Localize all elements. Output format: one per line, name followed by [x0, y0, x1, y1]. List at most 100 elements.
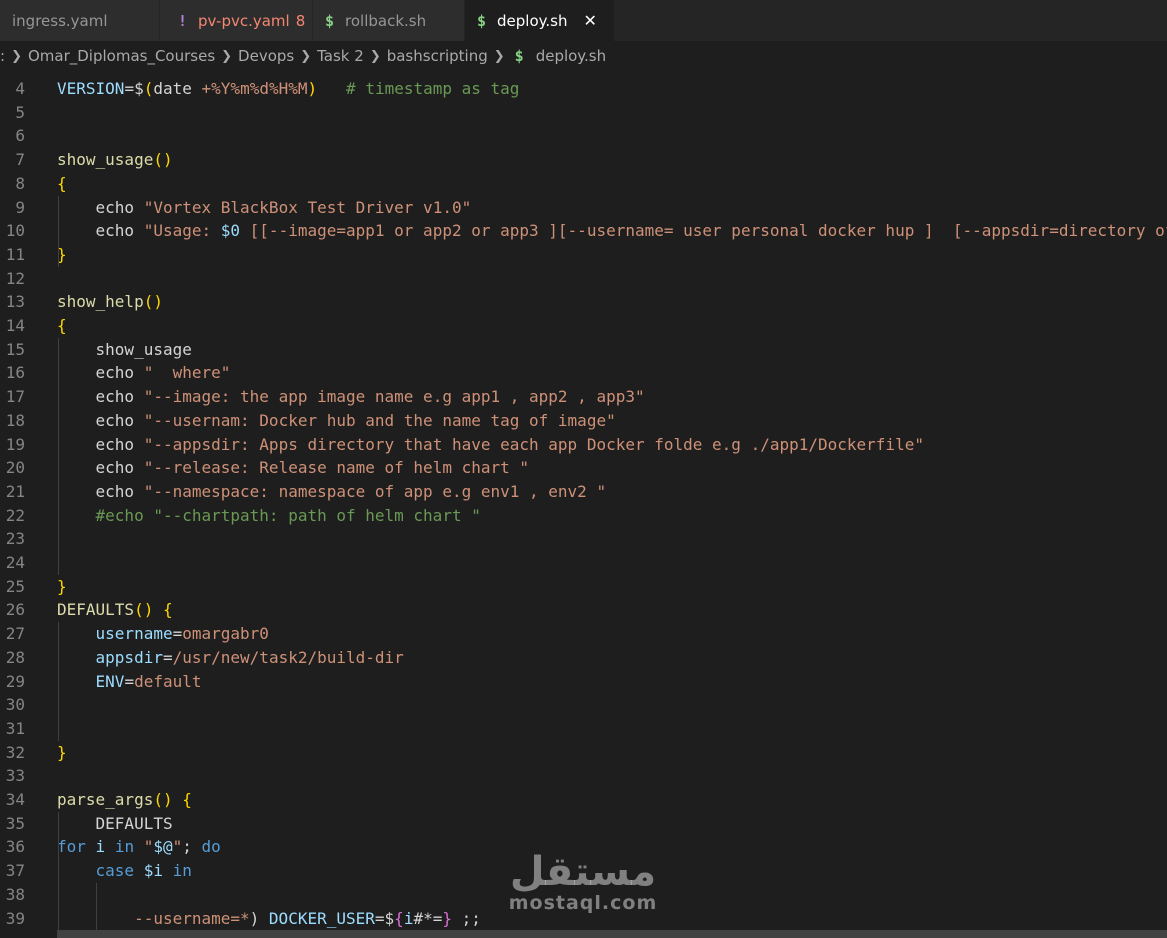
code-line[interactable]: 33 [0, 764, 1167, 788]
code-line[interactable]: 24 [0, 551, 1167, 575]
breadcrumb-file[interactable]: deploy.sh [536, 47, 606, 65]
code-line[interactable]: 6 [0, 124, 1167, 148]
code-line[interactable]: 29 ENV=default [0, 670, 1167, 694]
code-token: echo [57, 434, 144, 454]
code-token: } [57, 742, 67, 762]
breadcrumb-item[interactable]: bashscripting [387, 47, 488, 65]
code-line[interactable]: 25} [0, 575, 1167, 599]
code-token: "Usage: [143, 221, 221, 241]
line-number: 8 [15, 173, 25, 193]
code-token: DEFAULTS [57, 813, 173, 833]
code-token: echo [57, 221, 144, 241]
code-token: ;; [452, 908, 481, 928]
code-token: "--release: Release name of helm chart " [143, 458, 530, 478]
code-token: () [134, 600, 154, 620]
breadcrumb: : ❯ Omar_Diplomas_Courses ❯ Devops ❯ Tas… [0, 41, 1167, 71]
code-line[interactable]: 27 username=omargabr0 [0, 622, 1167, 646]
code-text: echo " where" [57, 361, 231, 385]
code-line[interactable]: 32} [0, 741, 1167, 765]
code-line[interactable]: 34 parse_args() { [0, 788, 1167, 812]
code-token: in [114, 837, 135, 857]
code-token: ENV [95, 671, 125, 691]
code-token: default [134, 671, 202, 691]
code-token: { [57, 173, 67, 193]
line-number: 4 [15, 79, 25, 98]
code-line[interactable]: 35 DEFAULTS [0, 812, 1167, 836]
code-line[interactable]: 31 [0, 717, 1167, 741]
code-line[interactable]: 26 DEFAULTS() { [0, 598, 1167, 622]
code-line[interactable]: 15 show_usage [0, 338, 1167, 362]
code-token: VERSION [57, 79, 125, 98]
line-number: 14 [5, 316, 25, 335]
code-line[interactable]: 12 [0, 267, 1167, 291]
code-line[interactable]: 19 echo "--appsdir: Apps directory that … [0, 433, 1167, 457]
code-text: parse_args() { [57, 788, 192, 812]
code-token: show_usage [57, 150, 154, 170]
code-line[interactable]: 28 appsdir=/usr/new/task2/build-dir [0, 646, 1167, 670]
indent-guide [96, 882, 97, 931]
code-token: () [153, 790, 173, 809]
chevron-right-icon: ❯ [300, 48, 312, 64]
code-line[interactable]: 14 { [0, 314, 1167, 338]
breadcrumb-lead: : [0, 47, 6, 65]
code-token: /usr/new/task2/build-dir [172, 647, 404, 667]
tab-deploy-sh[interactable]: $ deploy.sh ✕ [465, 0, 615, 41]
code-line[interactable]: 17 echo "--image: the app image name e.g… [0, 385, 1167, 409]
code-line[interactable]: 21 echo "--namespace: namespace of app e… [0, 480, 1167, 504]
indent-guide [58, 195, 59, 267]
line-number: 5 [15, 102, 25, 122]
code-token: ) [249, 908, 269, 928]
line-number: 28 [5, 647, 25, 667]
code-line[interactable]: 5 [0, 101, 1167, 125]
watermark-latin: mostaql.com [508, 892, 658, 914]
line-number: 10 [5, 221, 25, 241]
code-token: $ [134, 79, 144, 98]
code-line[interactable]: 23 [0, 527, 1167, 551]
close-icon[interactable]: ✕ [583, 11, 596, 30]
code-line[interactable]: 9 echo "Vortex BlackBox Test Driver v1.0… [0, 196, 1167, 220]
horizontal-scrollbar[interactable] [57, 930, 1167, 938]
code-line[interactable]: 7 show_usage() [0, 148, 1167, 172]
tab-rollback-sh[interactable]: $ rollback.sh [313, 0, 465, 41]
line-number: 29 [5, 671, 25, 691]
code-text: echo "--namespace: namespace of app e.g … [57, 480, 607, 504]
code-token: } [57, 576, 67, 596]
code-token: do [201, 837, 221, 857]
line-number: 26 [5, 600, 25, 620]
line-number: 17 [5, 387, 25, 407]
code-line[interactable]: 16 echo " where" [0, 361, 1167, 385]
code-token: echo [57, 410, 144, 430]
breadcrumb-item[interactable]: Omar_Diplomas_Courses [28, 47, 215, 65]
tab-pv-pvc-yaml[interactable]: ! pv-pvc.yaml 8 [160, 0, 313, 41]
code-text: --username=*) DOCKER_USER=${i#*=} ;; [57, 907, 481, 931]
breadcrumb-item[interactable]: Devops [238, 47, 294, 65]
code-line[interactable]: 10 echo "Usage: $0 [[--image=app1 or app… [0, 219, 1167, 243]
code-line[interactable]: 18 echo "--usernam: Docker hub and the n… [0, 409, 1167, 433]
code-token: DOCKER_USER [268, 908, 375, 928]
code-line[interactable]: 4 VERSION=$(date +%Y%m%d%H%M) # timestamp… [0, 77, 1167, 101]
code-token: { [394, 908, 404, 928]
code-token: " [143, 837, 154, 857]
chevron-right-icon: ❯ [221, 48, 233, 64]
code-line[interactable]: 13 show_help() [0, 290, 1167, 314]
code-token: $ [384, 908, 395, 928]
line-number: 35 [5, 813, 25, 833]
tab-ingress-yaml[interactable]: ingress.yaml [0, 0, 160, 41]
code-line[interactable]: 30 [0, 693, 1167, 717]
code-token: = [124, 671, 135, 691]
code-token: () [143, 292, 163, 312]
code-token: () [153, 150, 173, 170]
code-editor[interactable]: 4 VERSION=$(date +%Y%m%d%H%M) # timestamp… [0, 71, 1167, 938]
code-token: +%Y%m%d%H%M [201, 79, 308, 98]
code-line[interactable]: 8{ [0, 172, 1167, 196]
code-line[interactable]: 20 echo "--release: Release name of helm… [0, 456, 1167, 480]
code-line[interactable]: 22 #echo "--chartpath: path of helm char… [0, 504, 1167, 528]
code-text: echo "--release: Release name of helm ch… [57, 456, 529, 480]
line-number: 34 [5, 790, 25, 809]
code-line[interactable]: 11} [0, 243, 1167, 267]
breadcrumb-item[interactable]: Task 2 [317, 47, 364, 65]
